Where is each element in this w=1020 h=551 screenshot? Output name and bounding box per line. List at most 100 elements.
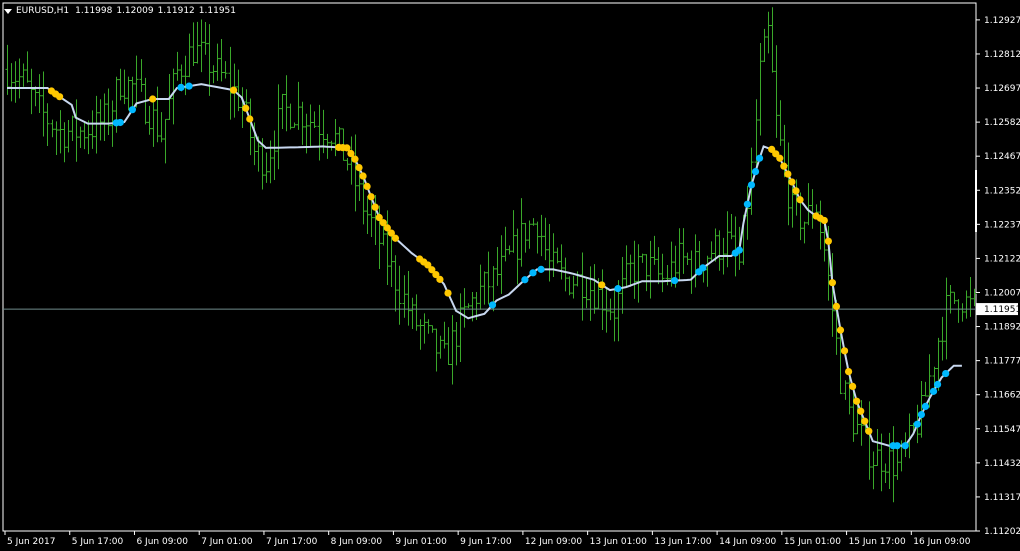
ohlc-bar bbox=[774, 45, 779, 138]
ohlc-bar bbox=[604, 287, 609, 333]
down-signal-dot bbox=[149, 95, 157, 103]
down-signal-dot bbox=[367, 193, 375, 201]
ohlc-bar bbox=[203, 22, 208, 55]
x-tick-label: 15 Jun 01:00 bbox=[784, 537, 841, 547]
y-tick-label: 1.11547 bbox=[984, 425, 1020, 435]
ohlc-bar bbox=[883, 463, 888, 483]
ohlc-bar bbox=[86, 120, 91, 155]
x-tick-label: 13 Jun 01:00 bbox=[590, 537, 647, 547]
ohlc-bar bbox=[345, 157, 350, 171]
down-signal-dot bbox=[598, 281, 606, 289]
up-signal-dot bbox=[917, 410, 926, 419]
ohlc-bar bbox=[74, 99, 79, 162]
ohlc-bar bbox=[547, 223, 552, 282]
y-tick-label: 1.11432 bbox=[984, 459, 1020, 469]
y-tick-label: 1.11662 bbox=[984, 391, 1020, 401]
high-value: 1.12009 bbox=[116, 6, 154, 16]
ohlc-bar bbox=[62, 122, 67, 163]
ohlc-bar bbox=[709, 241, 714, 261]
indicator-line bbox=[7, 83, 962, 447]
ohlc-bar bbox=[389, 236, 394, 288]
ohlc-bar bbox=[37, 74, 42, 113]
ohlc-bar bbox=[758, 43, 763, 136]
ohlc-bar bbox=[58, 110, 63, 154]
ohlc-bar bbox=[397, 265, 402, 325]
ohlc-bar bbox=[126, 76, 131, 111]
ohlc-bar bbox=[300, 101, 305, 145]
ohlc-bar bbox=[284, 75, 289, 132]
dropdown-triangle-icon[interactable] bbox=[4, 8, 12, 14]
ohlc-bar bbox=[940, 316, 945, 361]
ohlc-bar bbox=[353, 134, 358, 212]
y-tick-label: 1.12007 bbox=[984, 288, 1020, 298]
x-tick-label: 5 Jun 2017 bbox=[7, 537, 55, 547]
ohlc-bar bbox=[685, 252, 690, 266]
ohlc-bar bbox=[118, 68, 123, 101]
ohlc-bar bbox=[717, 230, 722, 271]
ohlc-bar bbox=[681, 228, 686, 274]
down-signal-dot bbox=[351, 155, 359, 163]
ohlc-bar bbox=[689, 250, 694, 294]
up-signal-dot bbox=[614, 285, 622, 293]
ohlc-bar bbox=[130, 76, 135, 109]
x-tick-label: 16 Jun 09:00 bbox=[913, 537, 970, 547]
ohlc-bar bbox=[155, 86, 160, 143]
ohlc-bar bbox=[430, 325, 435, 333]
ohlc-bar bbox=[636, 244, 641, 303]
up-signal-dot bbox=[529, 269, 537, 277]
price-chart[interactable]: 1.12927 1.12812 1.12697 1.12582 1.12467 1.123… bbox=[0, 0, 1020, 551]
y-tick-label: 1.11202 bbox=[984, 527, 1020, 537]
down-signal-dot bbox=[788, 178, 796, 186]
ohlc-bar bbox=[766, 11, 771, 54]
ohlc-bar bbox=[41, 71, 46, 137]
ohlc-bar bbox=[434, 328, 439, 372]
x-tick-label: 7 Jun 01:00 bbox=[201, 537, 253, 547]
down-signal-dot bbox=[776, 154, 784, 162]
ohlc-bar bbox=[151, 97, 156, 147]
ohlc-bar bbox=[499, 235, 504, 294]
chart-area[interactable]: 1.12927 1.12812 1.12697 1.12582 1.12467 1.123… bbox=[0, 0, 1020, 551]
ohlc-bar bbox=[555, 247, 560, 264]
ohlc-bar bbox=[584, 276, 589, 309]
ohlc-bar bbox=[733, 216, 738, 277]
down-signal-dot bbox=[246, 115, 254, 123]
ohlc-bar bbox=[195, 21, 200, 64]
current-price-label: 1.11951 bbox=[984, 305, 1020, 315]
up-signal-dot bbox=[751, 167, 760, 176]
ohlc-bar bbox=[952, 291, 957, 304]
ohlc-bar bbox=[147, 105, 152, 135]
ohlc-bar bbox=[54, 121, 59, 155]
ohlc-bar bbox=[276, 84, 281, 170]
ohlc-bar bbox=[122, 69, 127, 105]
up-signal-dot bbox=[699, 264, 707, 272]
ohlc-bar bbox=[960, 303, 965, 322]
ohlc-bar bbox=[422, 313, 427, 344]
ohlc-bar bbox=[50, 119, 55, 138]
y-tick-label: 1.12697 bbox=[984, 84, 1020, 94]
ohlc-bar bbox=[329, 140, 334, 151]
ohlc-bar bbox=[543, 217, 548, 261]
ohlc-bar bbox=[944, 277, 949, 360]
ohlc-bar bbox=[134, 55, 139, 108]
ohlc-bar bbox=[337, 126, 342, 145]
up-signal-dot bbox=[893, 442, 901, 450]
up-signal-dot bbox=[747, 181, 756, 189]
down-signal-dot bbox=[391, 234, 400, 242]
ohlc-bar bbox=[519, 198, 524, 267]
chart-header: EURUSD,H1 1.11998 1.12009 1.11912 1.1195… bbox=[4, 4, 240, 18]
ohlc-bar bbox=[693, 234, 698, 288]
down-signal-dot bbox=[849, 382, 857, 391]
down-signal-dot bbox=[865, 427, 873, 435]
ohlc-bar bbox=[486, 251, 491, 305]
ohlc-bar bbox=[211, 65, 216, 84]
ohlc-bar bbox=[414, 294, 419, 331]
down-signal-dot bbox=[857, 407, 865, 415]
up-signal-dot bbox=[537, 265, 545, 273]
ohlc-bar bbox=[580, 252, 585, 321]
ohlc-bar bbox=[171, 68, 176, 125]
ohlc-bar bbox=[333, 118, 338, 157]
ohlc-bar bbox=[527, 220, 532, 249]
y-tick-label: 1.12467 bbox=[984, 152, 1020, 162]
ohlc-bar bbox=[199, 19, 204, 73]
y-tick-label: 1.12582 bbox=[984, 118, 1020, 128]
